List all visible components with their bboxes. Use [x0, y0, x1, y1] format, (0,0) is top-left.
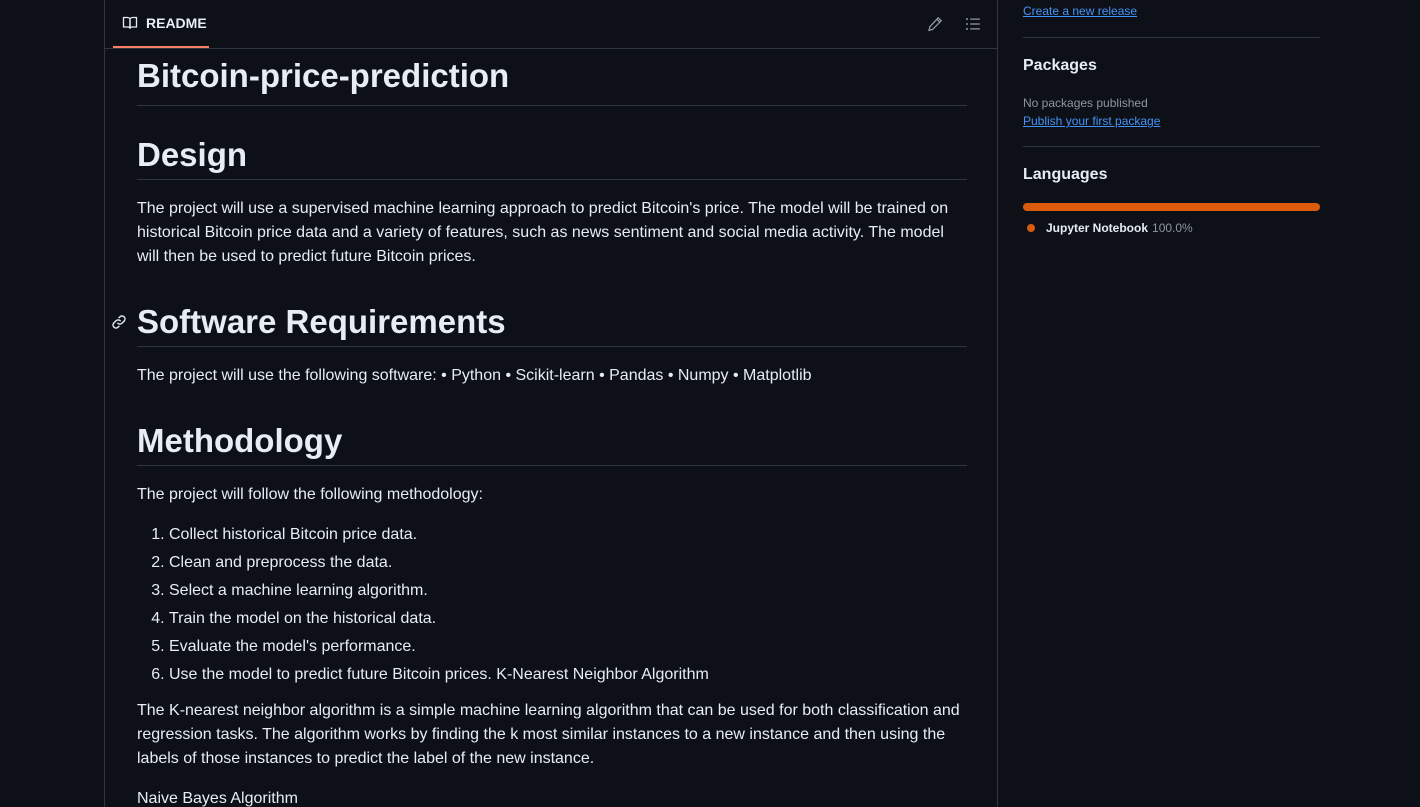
list-item: Collect historical Bitcoin price data. — [169, 523, 967, 547]
packages-heading: Packages — [1023, 57, 1097, 74]
pencil-icon — [927, 16, 943, 32]
outline-button[interactable] — [957, 8, 989, 40]
heading-design: Design — [137, 133, 967, 180]
design-paragraph: The project will use a supervised machin… — [137, 200, 949, 265]
language-color-dot — [1027, 224, 1035, 232]
heading-software-label: Software Requirements — [137, 303, 506, 340]
readme-title: Bitcoin-price-prediction — [137, 48, 967, 106]
languages-heading: Languages — [1023, 166, 1108, 183]
language-percent: 100.0% — [1152, 221, 1193, 235]
sidebar-divider — [1023, 146, 1320, 147]
list-item: Use the model to predict future Bitcoin … — [169, 663, 967, 687]
methodology-intro: The project will follow the following me… — [137, 486, 483, 503]
create-release-link[interactable]: Create a new release — [1023, 4, 1137, 18]
naive-bayes-paragraph: Naive Bayes Algorithm — [137, 790, 298, 807]
heading-software-requirements: Software Requirements — [112, 300, 967, 347]
readme-tab[interactable]: README — [113, 0, 209, 48]
readme-header: README — [105, 0, 997, 49]
readme-actions — [919, 8, 989, 40]
readme-tab-label: README — [146, 15, 207, 31]
list-item: Train the model on the historical data. — [169, 607, 967, 631]
book-icon — [122, 15, 138, 31]
sidebar-divider — [1023, 37, 1320, 38]
list-item: Evaluate the model's performance. — [169, 635, 967, 659]
list-unordered-icon — [965, 16, 981, 32]
heading-methodology: Methodology — [137, 419, 967, 466]
language-name: Jupyter Notebook — [1046, 221, 1149, 235]
language-bar — [1023, 203, 1320, 211]
knn-paragraph: The K-nearest neighbor algorithm is a si… — [137, 702, 960, 767]
publish-package-link[interactable]: Publish your first package — [1023, 114, 1160, 128]
readme-panel: README Bitcoin-price-prediction Design T… — [104, 0, 998, 807]
software-paragraph: The project will use the following softw… — [137, 367, 812, 384]
link-icon[interactable] — [111, 314, 127, 330]
packages-empty-text: No packages published — [1023, 96, 1148, 110]
methodology-steps: Collect historical Bitcoin price data. C… — [137, 523, 967, 687]
edit-file-button[interactable] — [919, 8, 951, 40]
list-item: Select a machine learning algorithm. — [169, 579, 967, 603]
language-item[interactable]: Jupyter Notebook 100.0% — [1027, 221, 1193, 235]
readme-content: Bitcoin-price-prediction Design The proj… — [112, 48, 967, 807]
repo-page: README Bitcoin-price-prediction Design T… — [0, 0, 1420, 807]
list-item: Clean and preprocess the data. — [169, 551, 967, 575]
